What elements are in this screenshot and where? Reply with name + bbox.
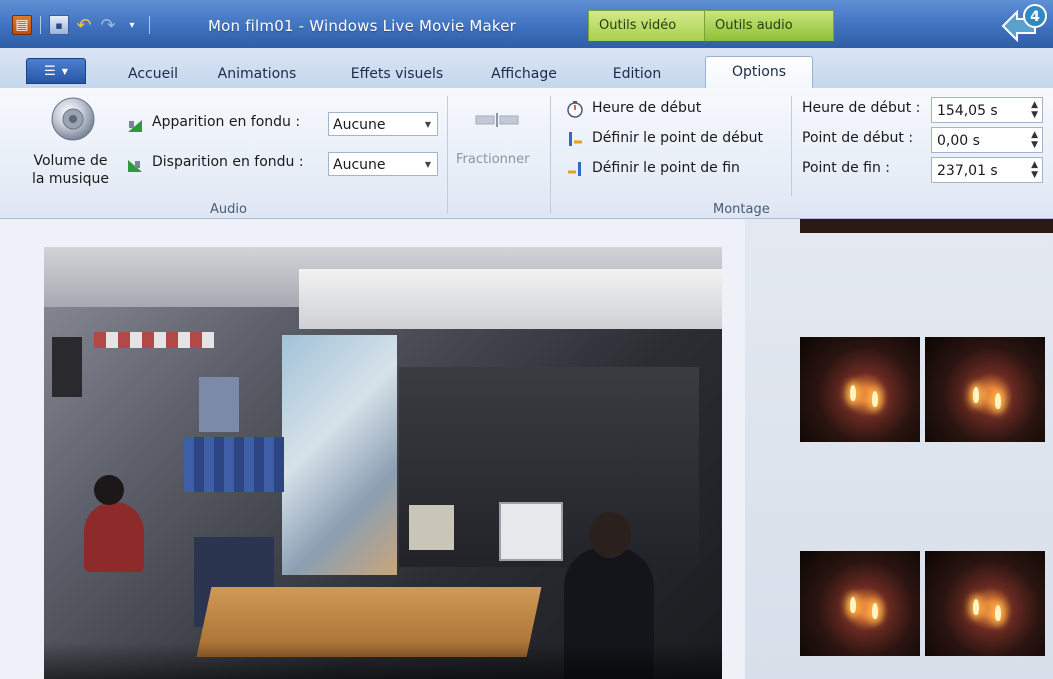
context-tab-audio-tools[interactable]: Outils audio <box>704 10 834 41</box>
stopwatch-icon <box>567 101 583 118</box>
monitor-2-shape <box>409 505 454 550</box>
fade-in-value: Aucune <box>333 117 386 133</box>
fade-in-select[interactable]: Aucune ▼ <box>328 112 438 136</box>
tab-effets-visuels[interactable]: Effets visuels <box>333 62 461 86</box>
spinner-arrows-icon[interactable]: ▲ ▼ <box>1031 100 1038 120</box>
redo-icon[interactable]: ↷ <box>99 15 117 36</box>
preview-pane <box>0 219 745 679</box>
chevron-down-icon: ▼ <box>424 120 431 129</box>
candle-flame-shape <box>973 599 979 615</box>
wall-poster-shape <box>52 337 82 397</box>
chevron-down-icon: ▼ <box>424 160 431 169</box>
binders-shape <box>184 437 284 492</box>
storyboard-clip-top[interactable] <box>800 219 1053 233</box>
menu-icon: ☰ <box>44 63 56 79</box>
person-left-head-shape <box>94 475 124 505</box>
ribbon-tab-row: ☰ ▼ Accueil Animations Effets visuels Af… <box>0 48 1053 90</box>
candle-flame-shape <box>872 603 878 619</box>
quick-access-toolbar: ▤ ▪ ↶ ↷ ▾ <box>12 14 152 36</box>
poster-shape <box>199 377 239 432</box>
floor-shadow-shape <box>44 642 722 679</box>
end-point-value: 237,01 s <box>937 163 998 179</box>
start-time-label: Heure de début : <box>802 100 921 116</box>
tab-affichage[interactable]: Affichage <box>473 62 575 86</box>
collage-pillar-shape <box>282 335 397 575</box>
music-volume-label-2: la musique <box>32 171 109 187</box>
tab-options[interactable]: Options <box>705 56 813 90</box>
storyboard-clip-1[interactable] <box>800 337 1053 442</box>
title-bar: ▤ ▪ ↶ ↷ ▾ Mon film01 - Windows Live Movi… <box>0 0 1053 48</box>
tab-animations[interactable]: Animations <box>205 62 309 86</box>
start-time-button[interactable]: Heure de début <box>592 100 701 116</box>
music-volume-label-1: Volume de <box>33 153 108 169</box>
fade-in-label: Apparition en fondu : <box>152 114 301 130</box>
speaker-icon[interactable] <box>50 96 96 142</box>
storyboard-clip-2[interactable] <box>800 551 1053 656</box>
end-point-spinner[interactable]: 237,01 s ▲ ▼ <box>931 157 1043 183</box>
candle-flame-shape <box>872 391 878 407</box>
candle-flame-shape <box>850 597 856 613</box>
start-time-value: 154,05 s <box>937 103 998 119</box>
workspace <box>0 219 1053 679</box>
person-right-head-shape <box>589 512 631 558</box>
qat-separator <box>40 16 41 34</box>
split-icon[interactable] <box>474 110 522 130</box>
end-point-label: Point de fin : <box>802 160 891 176</box>
set-start-point-icon <box>569 132 582 146</box>
tab-accueil[interactable]: Accueil <box>113 62 193 86</box>
group-divider <box>447 96 448 214</box>
save-icon[interactable]: ▪ <box>49 15 69 35</box>
undo-icon[interactable]: ↶ <box>75 15 93 36</box>
qat-separator-2 <box>149 16 150 34</box>
split-button[interactable]: Fractionner <box>456 152 529 167</box>
ribbon-panel: Volume de la musique Apparition en fondu… <box>0 88 1053 219</box>
set-end-point-button[interactable]: Définir le point de fin <box>592 160 740 176</box>
music-volume-button[interactable]: Volume de la musique <box>32 152 109 188</box>
clip-frame <box>800 551 920 656</box>
group-divider <box>791 96 792 196</box>
app-icon[interactable]: ▤ <box>12 15 32 35</box>
clip-frame <box>925 551 1045 656</box>
customize-qat-icon[interactable]: ▾ <box>123 16 141 34</box>
start-point-value: 0,00 s <box>937 133 980 149</box>
set-end-point-icon <box>568 162 581 176</box>
flags-shape <box>94 332 214 348</box>
context-tab-video-tools[interactable]: Outils vidéo <box>588 10 706 41</box>
group-divider <box>550 96 551 214</box>
candle-flame-shape <box>850 385 856 401</box>
monitor-shape <box>499 502 563 561</box>
chevron-down-icon: ▼ <box>61 66 68 76</box>
tab-edition[interactable]: Edition <box>592 62 682 86</box>
clip-frame <box>800 337 920 442</box>
start-point-label: Point de début : <box>802 130 914 146</box>
set-start-point-button[interactable]: Définir le point de début <box>592 130 763 146</box>
step-badge-icon: 4 <box>1001 4 1047 42</box>
file-menu-button[interactable]: ☰ ▼ <box>26 58 86 84</box>
group-label-montage: Montage <box>713 202 770 217</box>
start-point-spinner[interactable]: 0,00 s ▲ ▼ <box>931 127 1043 153</box>
fade-out-icon <box>128 160 142 172</box>
person-left-shape <box>84 502 144 572</box>
fade-out-label: Disparition en fondu : <box>152 154 304 170</box>
window-title: Mon film01 - Windows Live Movie Maker <box>208 17 517 35</box>
spinner-arrows-icon[interactable]: ▲ ▼ <box>1031 130 1038 150</box>
fade-in-icon <box>128 120 142 132</box>
ceiling-beam-shape <box>299 269 722 329</box>
fade-out-value: Aucune <box>333 157 386 173</box>
storyboard-pane <box>745 219 1053 679</box>
fade-out-select[interactable]: Aucune ▼ <box>328 152 438 176</box>
candle-flame-shape <box>995 393 1001 409</box>
candle-flame-shape <box>995 605 1001 621</box>
spinner-arrows-icon[interactable]: ▲ ▼ <box>1031 160 1038 180</box>
clip-frame <box>925 337 1045 442</box>
start-time-spinner[interactable]: 154,05 s ▲ ▼ <box>931 97 1043 123</box>
video-preview[interactable] <box>44 247 722 679</box>
group-label-audio: Audio <box>210 202 247 217</box>
candle-flame-shape <box>973 387 979 403</box>
step-badge-number: 4 <box>1030 9 1040 25</box>
